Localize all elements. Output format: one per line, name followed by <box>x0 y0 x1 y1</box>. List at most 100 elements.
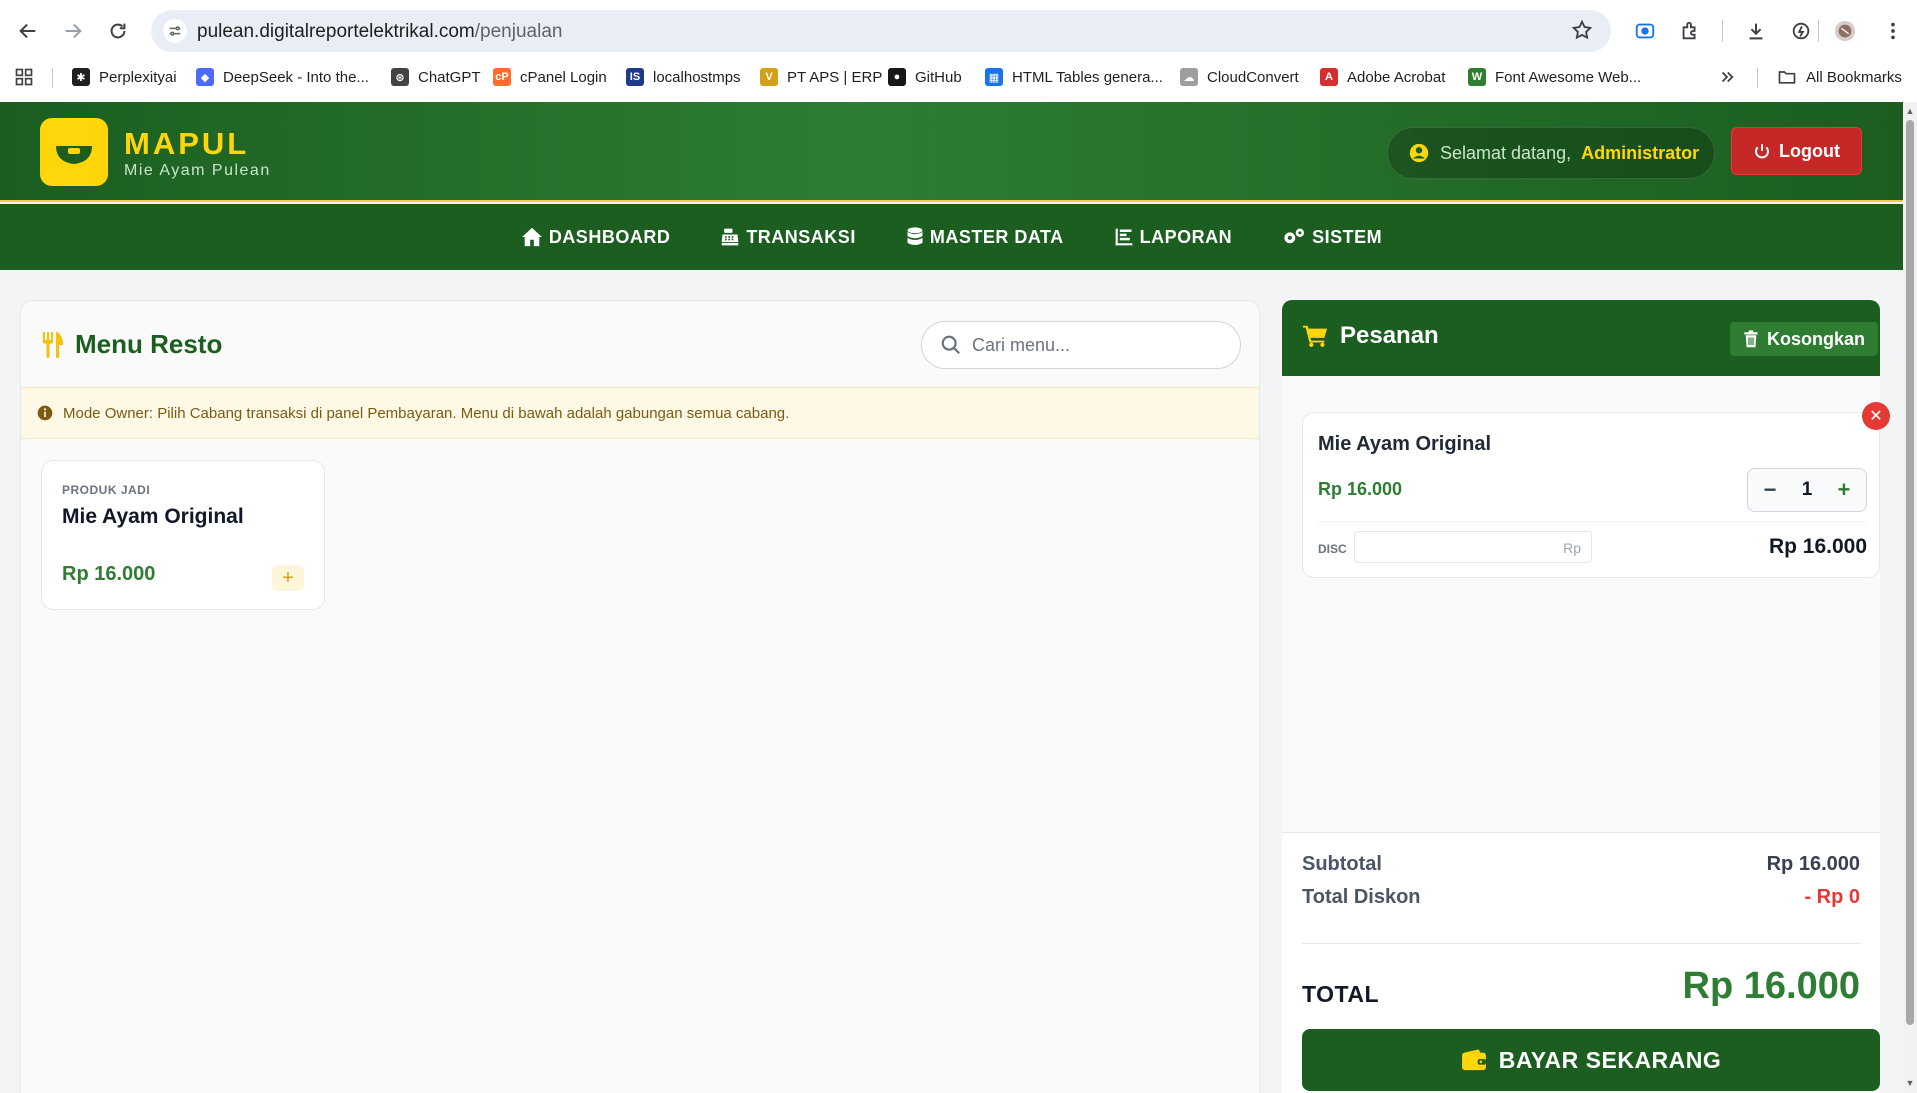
site-settings-icon[interactable] <box>163 19 187 43</box>
bookmark-favicon-icon: ● <box>888 68 906 86</box>
bookmarks-divider <box>1757 68 1758 88</box>
clear-order-label: Kosongkan <box>1766 328 1865 349</box>
logout-button[interactable]: Logout <box>1731 127 1862 175</box>
total-discount-label: Total Diskon <box>1302 886 1421 908</box>
bookmark-label: Perplexityai <box>99 68 177 86</box>
nav-dashboard[interactable]: DASHBOARD <box>521 227 671 248</box>
cogs-icon <box>1282 227 1306 247</box>
logout-label: Logout <box>1779 140 1840 161</box>
performance-icon[interactable] <box>1784 14 1818 48</box>
wallet-icon <box>1461 1049 1486 1071</box>
discount-input[interactable]: Rp <box>1354 531 1592 563</box>
database-icon <box>906 227 924 247</box>
bookmark-label: GitHub <box>915 68 962 86</box>
bookmark-label: Font Awesome Web... <box>1495 68 1642 86</box>
toolbar-divider <box>1722 20 1723 42</box>
menu-panel-title-text: Menu Resto <box>75 329 223 359</box>
order-panel: Pesanan Kosongkan Mie Ayam Original Rp 1… <box>1282 300 1880 1093</box>
bookmarks-bar: ✱ Perplexityai ◆ DeepSeek - Into the... ⊛ Cha… <box>0 60 1917 92</box>
nav-sistem-label: SISTEM <box>1312 226 1383 247</box>
back-icon[interactable] <box>10 13 46 49</box>
nav-dashboard-label: DASHBOARD <box>548 226 671 247</box>
product-card[interactable]: PRODUK JADI Mie Ayam Original Rp 16.000 … <box>41 460 325 610</box>
order-summary: Subtotal Rp 16.000 Total Diskon - Rp 0 T… <box>1282 832 1880 1093</box>
address-bar[interactable]: pulean.digitalreportelektrikal.com/penju… <box>151 10 1611 52</box>
summary-divider <box>1302 943 1860 944</box>
scroll-down-icon[interactable]: ▼ <box>1905 1078 1915 1088</box>
toolbar-divider <box>1818 20 1819 42</box>
profile-avatar-icon[interactable] <box>1828 14 1862 48</box>
welcome-text: Selamat datang, <box>1440 142 1572 163</box>
bookmark-item[interactable]: ◆ DeepSeek - Into the... <box>196 64 369 90</box>
bookmark-item[interactable]: IS localhostmps <box>626 64 741 90</box>
more-bookmarks-chevron-icon[interactable] <box>1718 64 1736 90</box>
bookmark-star-icon[interactable] <box>1571 19 1593 46</box>
bookmark-favicon-icon: IS <box>626 68 644 86</box>
bookmark-label: cPanel Login <box>520 68 607 86</box>
screen-cast-icon[interactable] <box>1628 14 1662 48</box>
remove-item-button[interactable]: ✕ <box>1862 402 1890 430</box>
menu-panel-title: Menu Resto <box>41 329 222 360</box>
product-category: PRODUK JADI <box>62 483 151 497</box>
bookmark-label: CloudConvert <box>1207 68 1299 86</box>
bookmark-favicon-icon: ⊛ <box>391 68 409 86</box>
extensions-icon[interactable] <box>1673 14 1707 48</box>
menu-search[interactable] <box>921 321 1241 369</box>
welcome-badge: Selamat datang, Administrator <box>1387 127 1715 179</box>
bookmark-favicon-icon: ◆ <box>196 68 214 86</box>
bookmark-label: Adobe Acrobat <box>1347 68 1446 86</box>
bookmark-item[interactable]: ● GitHub <box>888 64 962 90</box>
bookmark-item[interactable]: cP cPanel Login <box>493 64 607 90</box>
download-icon[interactable] <box>1739 14 1773 48</box>
order-item-price: Rp 16.000 <box>1318 479 1403 499</box>
total-value: Rp 16.000 <box>1682 965 1860 1007</box>
discount-row: Total Diskon - Rp 0 <box>1302 886 1860 909</box>
add-to-order-button[interactable]: + <box>272 565 304 591</box>
bookmark-item[interactable]: ✱ Perplexityai <box>72 64 177 90</box>
quantity-value: 1 <box>1801 479 1813 500</box>
brand-subtitle: Mie Ayam Pulean <box>124 162 271 179</box>
page-scrollbar[interactable]: ▲ ▼ <box>1903 102 1917 1093</box>
bookmark-item[interactable]: ☁ CloudConvert <box>1180 64 1299 90</box>
bookmark-item[interactable]: A Adobe Acrobat <box>1320 64 1445 90</box>
order-item-line-total: Rp 16.000 <box>1768 535 1867 558</box>
bookmark-label: DeepSeek - Into the... <box>223 68 369 86</box>
pay-now-label: BAYAR SEKARANG <box>1498 1046 1722 1073</box>
bookmark-label: HTML Tables genera... <box>1012 68 1163 86</box>
bookmark-item[interactable]: W Font Awesome Web... <box>1468 64 1641 90</box>
bookmark-item[interactable]: ▦ HTML Tables genera... <box>985 64 1163 90</box>
reload-icon[interactable] <box>100 13 136 49</box>
nav-transaksi[interactable]: TRANSAKSI <box>720 227 856 248</box>
bookmark-favicon-icon: W <box>1468 68 1486 86</box>
bookmark-label: ChatGPT <box>418 68 481 86</box>
main-navigation: DASHBOARD TRANSAKSI MASTER DATA LAPORAN … <box>0 204 1903 270</box>
nav-sistem[interactable]: SISTEM <box>1282 227 1382 248</box>
bookmark-favicon-icon: ☁ <box>1180 68 1198 86</box>
scrollbar-thumb[interactable] <box>1906 120 1914 1025</box>
quantity-stepper: − 1 + <box>1747 468 1867 512</box>
menu-search-input[interactable] <box>972 334 1212 356</box>
nav-laporan[interactable]: LAPORAN <box>1114 227 1233 248</box>
chrome-menu-icon[interactable] <box>1876 14 1910 48</box>
menu-panel: Menu Resto Mode Owner: Pilih Cabang tran… <box>20 300 1260 1093</box>
app-logo[interactable] <box>40 118 108 186</box>
user-name: Administrator <box>1581 142 1700 163</box>
pay-now-button[interactable]: BAYAR SEKARANG <box>1302 1029 1880 1091</box>
shopping-cart-icon <box>1302 324 1328 348</box>
scroll-up-icon[interactable]: ▲ <box>1905 106 1915 116</box>
increase-qty-button[interactable]: + <box>1834 477 1854 503</box>
decrease-qty-button[interactable]: − <box>1760 477 1780 503</box>
power-icon <box>1755 144 1769 159</box>
forward-icon[interactable] <box>55 13 91 49</box>
user-circle-icon <box>1409 143 1429 163</box>
bookmark-item[interactable]: V PT APS | ERP <box>760 64 882 90</box>
order-title-text: Pesanan <box>1340 322 1439 349</box>
order-item-divider <box>1318 521 1866 522</box>
bookmarks-divider <box>52 68 53 88</box>
nav-master-data-label: MASTER DATA <box>929 226 1064 247</box>
all-bookmarks-button[interactable]: All Bookmarks <box>1776 64 1902 90</box>
clear-order-button[interactable]: Kosongkan <box>1730 322 1878 356</box>
apps-grid-icon[interactable] <box>14 64 34 90</box>
nav-master-data[interactable]: MASTER DATA <box>906 227 1064 248</box>
bookmark-item[interactable]: ⊛ ChatGPT <box>391 64 481 90</box>
